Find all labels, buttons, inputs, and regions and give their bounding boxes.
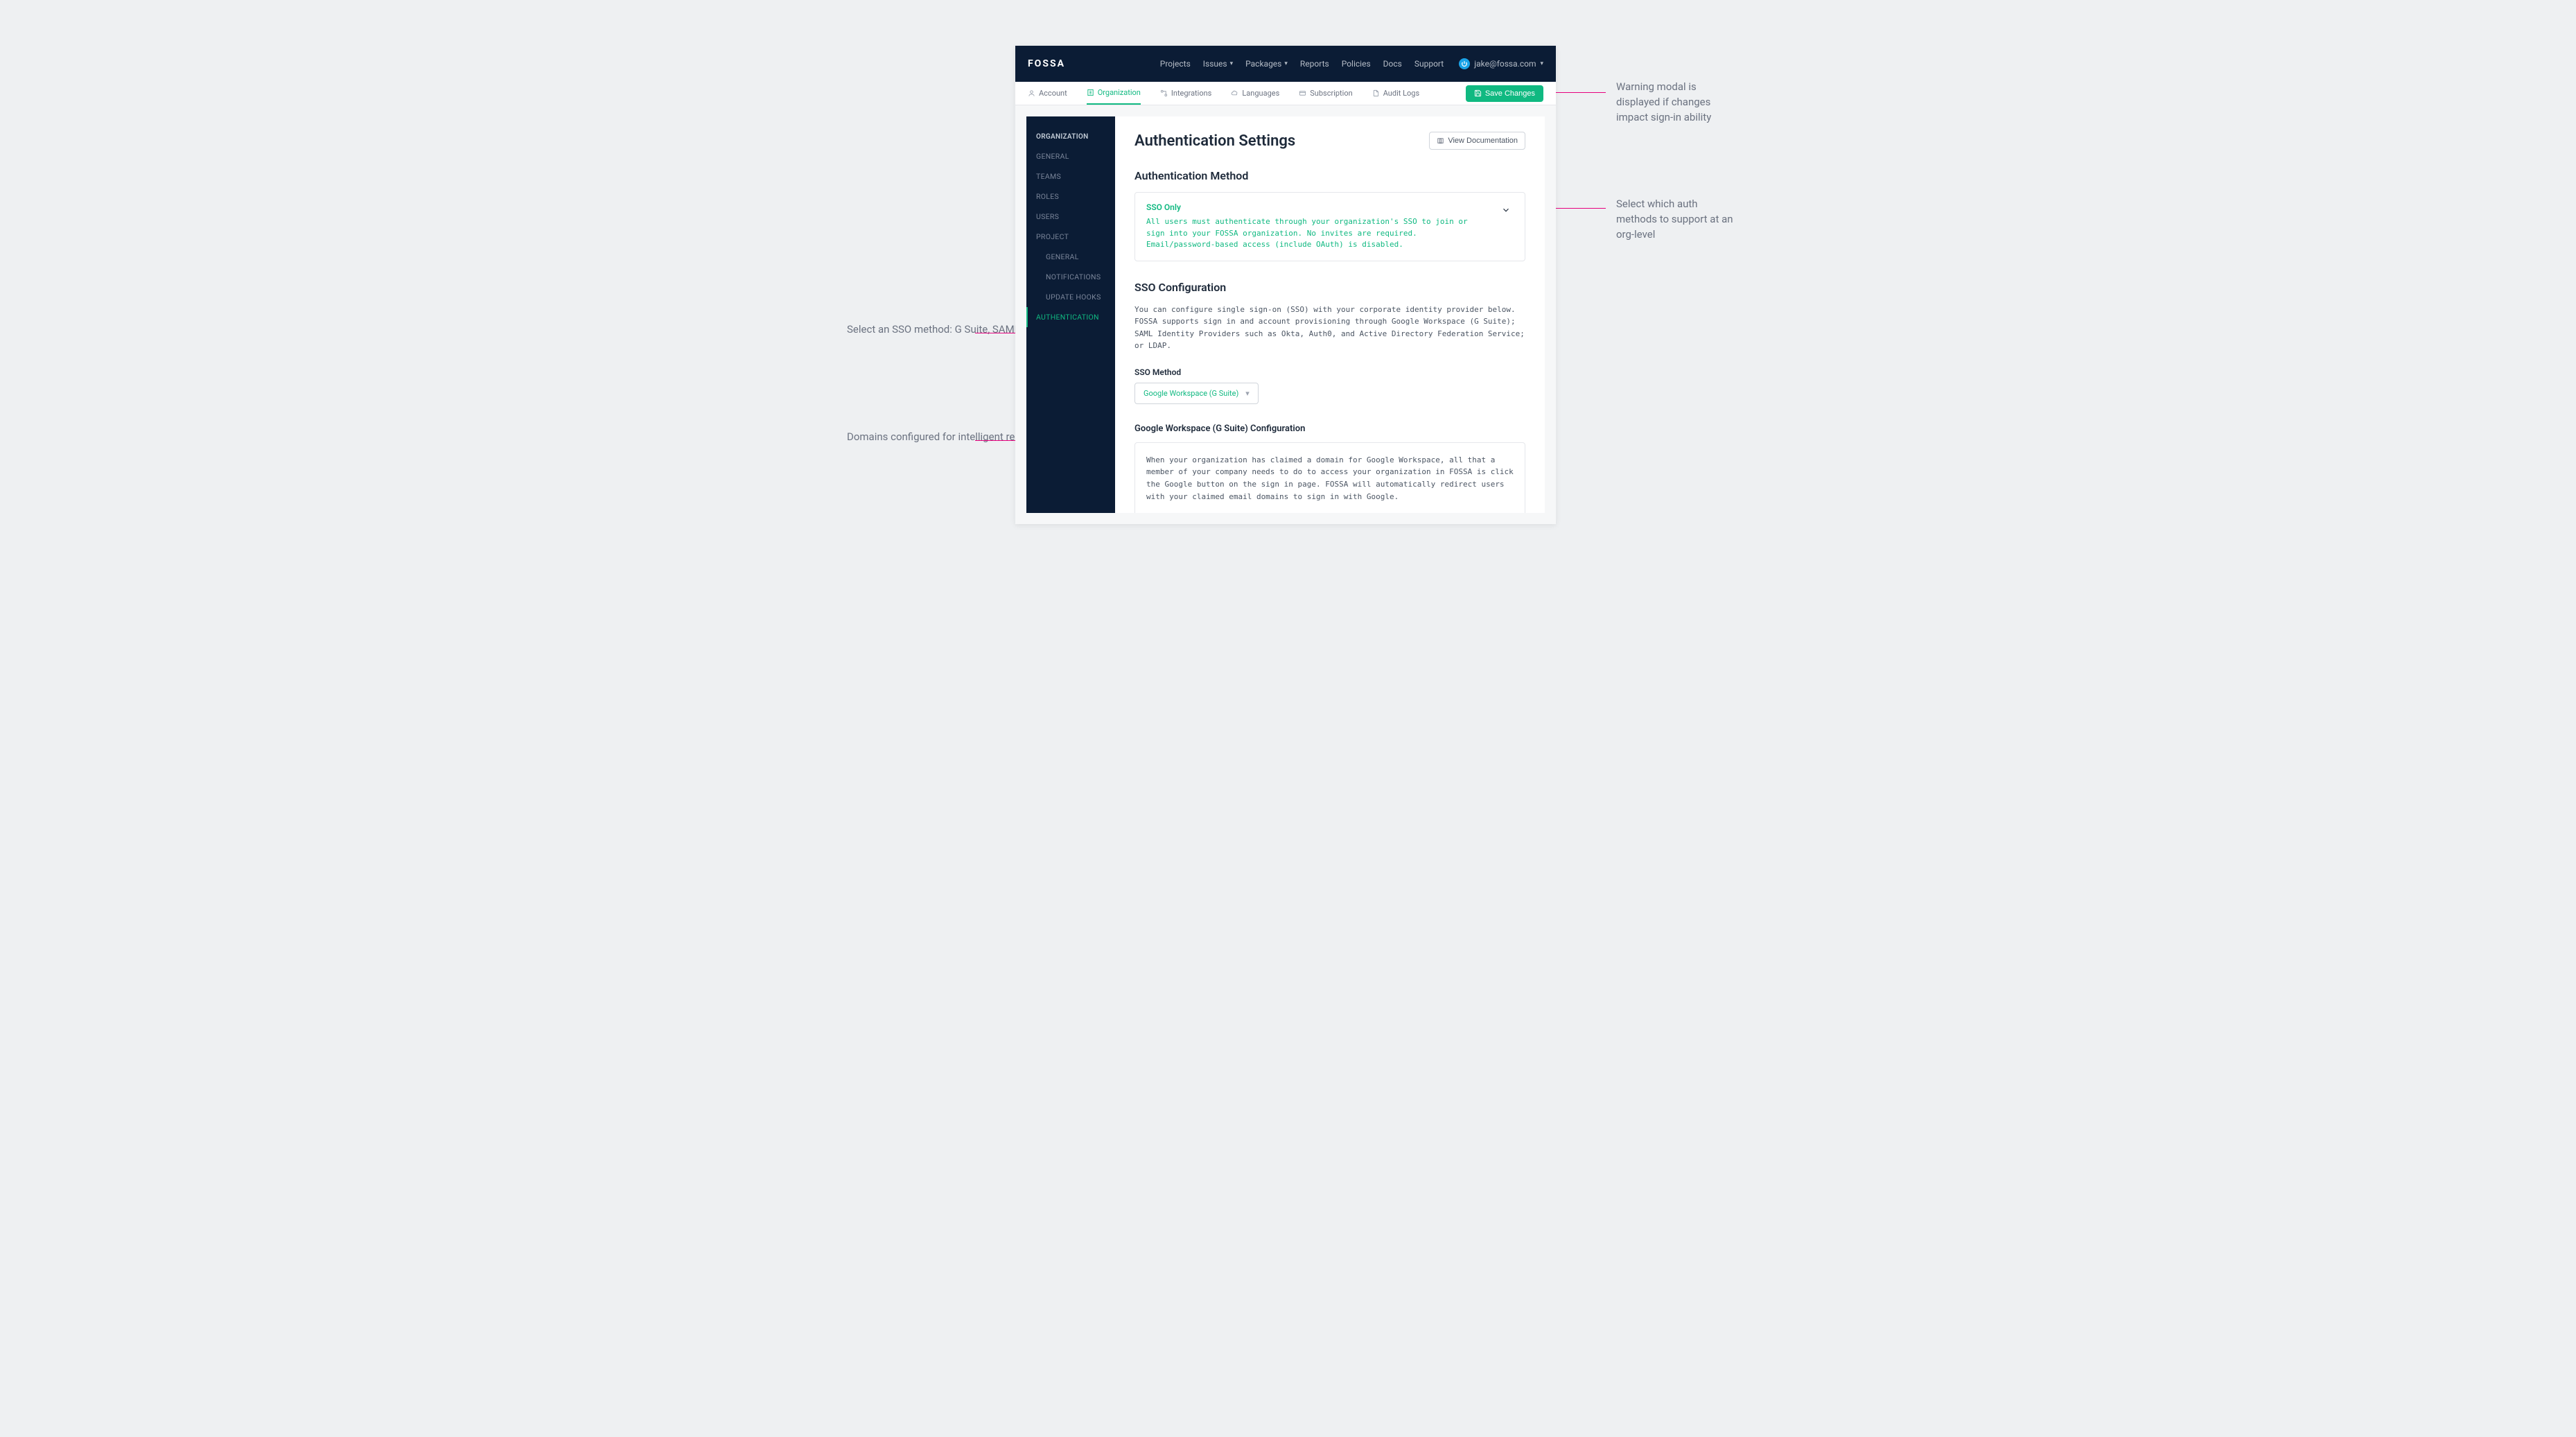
nav-support[interactable]: Support	[1414, 59, 1444, 69]
sso-method-label: SSO Method	[1134, 367, 1525, 377]
sidebar-item-project-update-hooks[interactable]: UPDATE HOOKS	[1026, 287, 1115, 307]
nav-reports[interactable]: Reports	[1300, 59, 1329, 69]
card-icon	[1299, 89, 1306, 97]
subnav-languages-label: Languages	[1242, 89, 1279, 98]
sso-config-heading: SSO Configuration	[1134, 281, 1525, 294]
annotation-save-changes: Warning modal is displayed if changes im…	[1616, 80, 1734, 125]
nav-packages[interactable]: Packages ▾	[1245, 59, 1288, 69]
nav-projects[interactable]: Projects	[1160, 59, 1191, 69]
view-documentation-label: View Documentation	[1448, 137, 1518, 145]
page-title: Authentication Settings	[1134, 132, 1295, 150]
subnav-languages[interactable]: Languages	[1231, 82, 1279, 105]
building-icon	[1087, 89, 1094, 96]
view-documentation-button[interactable]: View Documentation	[1429, 132, 1525, 150]
content-header: Authentication Settings View Documentati…	[1134, 132, 1525, 150]
sso-config-description: You can configure single sign-on (SSO) w…	[1134, 304, 1525, 352]
file-icon	[1372, 89, 1380, 97]
sidebar-item-project[interactable]: PROJECT	[1026, 227, 1115, 247]
subnav-audit-logs[interactable]: Audit Logs	[1372, 82, 1419, 105]
subnav-subscription[interactable]: Subscription	[1299, 82, 1352, 105]
sidebar: ORGANIZATION GENERAL TEAMS ROLES USERS P…	[1026, 116, 1115, 513]
integrations-icon	[1160, 89, 1168, 97]
auth-method-title: SSO Only	[1146, 202, 1490, 212]
auth-method-description: All users must authenticate through your…	[1146, 216, 1490, 251]
gsuite-config-description: When your organization has claimed a dom…	[1146, 454, 1514, 503]
caret-down-icon: ▾	[1540, 60, 1543, 67]
save-changes-button[interactable]: Save Changes	[1466, 85, 1543, 102]
nav-docs[interactable]: Docs	[1383, 59, 1402, 69]
subnav-integrations[interactable]: Integrations	[1160, 82, 1211, 105]
canvas: Select an SSO method: G Suite, SAML, or …	[781, 0, 1795, 566]
app-window: FOSSA Projects Issues ▾ Packages ▾ Repor…	[1015, 46, 1556, 524]
sidebar-item-authentication[interactable]: AUTHENTICATION	[1026, 307, 1115, 327]
user-menu[interactable]: jake@fossa.com ▾	[1459, 58, 1543, 69]
caret-down-icon: ▾	[1230, 60, 1234, 67]
sso-method-value: Google Workspace (G Suite)	[1144, 389, 1238, 398]
sidebar-item-project-notifications[interactable]: NOTIFICATIONS	[1026, 267, 1115, 287]
user-email: jake@fossa.com	[1474, 59, 1536, 69]
auth-method-selector[interactable]: SSO Only All users must authenticate thr…	[1134, 192, 1525, 261]
subnav-account[interactable]: Account	[1028, 82, 1067, 105]
sidebar-header-organization: ORGANIZATION	[1026, 128, 1115, 146]
auth-method-expand[interactable]	[1498, 202, 1514, 220]
top-nav: FOSSA Projects Issues ▾ Packages ▾ Repor…	[1015, 46, 1556, 82]
subnav-organization-label: Organization	[1098, 88, 1141, 97]
save-icon	[1474, 89, 1482, 97]
annotation-auth-method: Select which auth methods to support at …	[1616, 197, 1734, 242]
caret-down-icon: ▾	[1245, 389, 1250, 398]
nav-packages-label: Packages	[1245, 59, 1281, 69]
sidebar-item-general[interactable]: GENERAL	[1026, 146, 1115, 166]
sidebar-item-project-general[interactable]: GENERAL	[1026, 247, 1115, 267]
subnav-audit-logs-label: Audit Logs	[1383, 89, 1419, 98]
content-panel: Authentication Settings View Documentati…	[1115, 116, 1545, 513]
subnav-subscription-label: Subscription	[1310, 89, 1352, 98]
sso-method-select[interactable]: Google Workspace (G Suite) ▾	[1134, 383, 1259, 404]
caret-down-icon: ▾	[1284, 60, 1288, 67]
gsuite-config-box: When your organization has claimed a dom…	[1134, 442, 1525, 513]
auth-method-heading: Authentication Method	[1134, 169, 1525, 182]
user-icon	[1028, 89, 1035, 97]
nav-policies[interactable]: Policies	[1342, 59, 1371, 69]
cloud-icon	[1231, 89, 1238, 97]
main-area: ORGANIZATION GENERAL TEAMS ROLES USERS P…	[1015, 105, 1556, 524]
subnav-integrations-label: Integrations	[1171, 89, 1211, 98]
power-icon	[1459, 58, 1470, 69]
sub-nav: Account Organization Integrations Langua…	[1015, 82, 1556, 105]
gsuite-config-title: Google Workspace (G Suite) Configuration	[1134, 424, 1525, 434]
nav-issues[interactable]: Issues ▾	[1203, 59, 1233, 69]
book-icon	[1437, 137, 1444, 145]
sidebar-item-users[interactable]: USERS	[1026, 207, 1115, 227]
save-changes-label: Save Changes	[1485, 89, 1535, 98]
sidebar-item-teams[interactable]: TEAMS	[1026, 166, 1115, 186]
brand-logo: FOSSA	[1028, 58, 1065, 69]
nav-issues-label: Issues	[1203, 59, 1227, 69]
chevron-down-icon	[1501, 205, 1511, 215]
subnav-organization[interactable]: Organization	[1087, 82, 1141, 105]
subnav-account-label: Account	[1039, 89, 1067, 98]
arrow-line	[1550, 92, 1606, 93]
sidebar-item-roles[interactable]: ROLES	[1026, 186, 1115, 207]
